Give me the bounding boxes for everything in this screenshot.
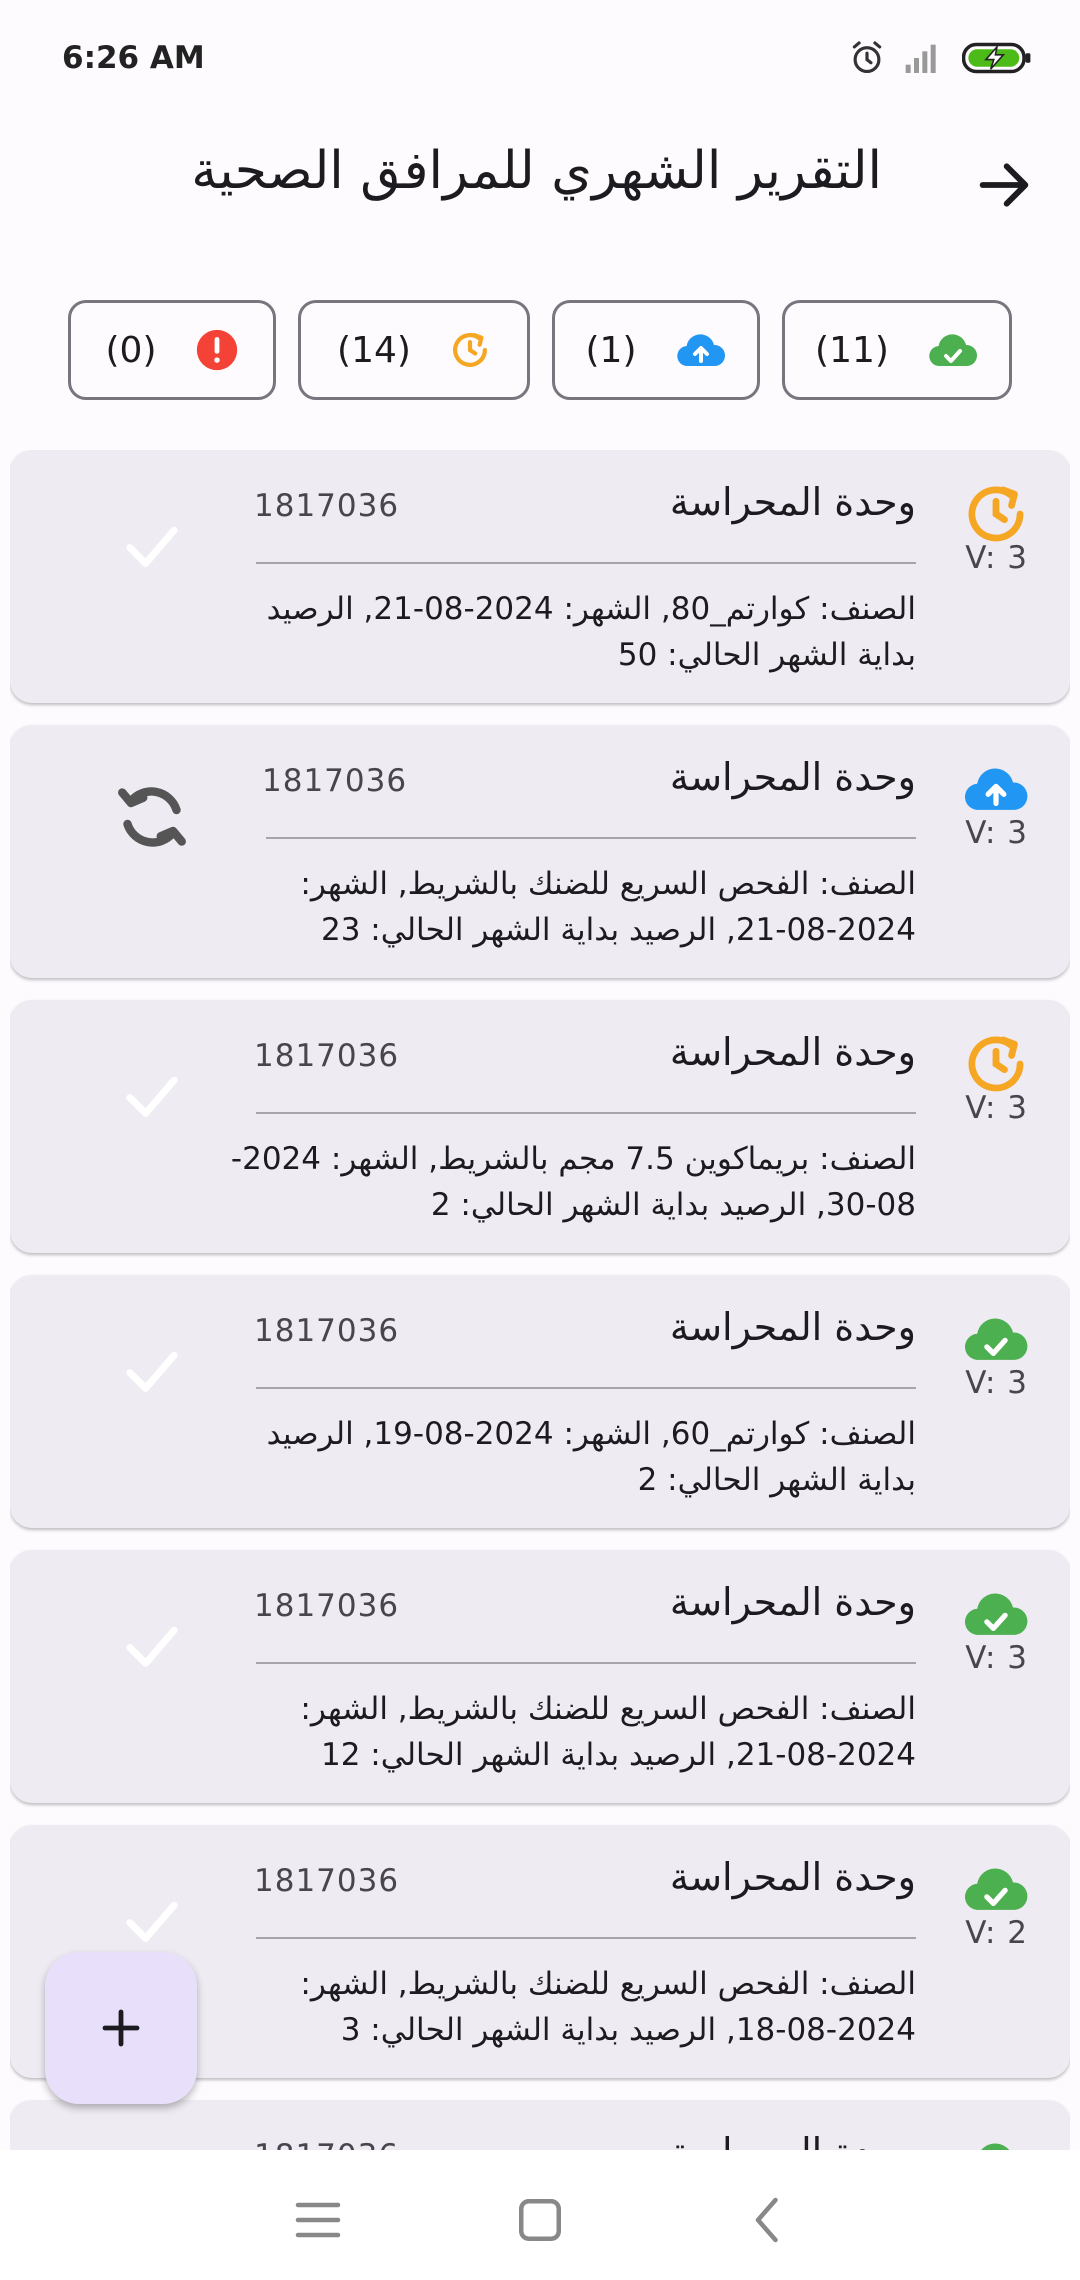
item-details: الصنف: الفحص السريع للضنك بالشريط, الشهر… xyxy=(300,1966,916,2048)
system-nav-bar xyxy=(0,2150,1080,2280)
version-label: V: 3 xyxy=(965,1365,1028,1401)
cloud-check-icon xyxy=(964,1593,1028,1635)
app-bar: التقرير الشهري للمرافق الصحية xyxy=(0,115,1080,260)
filter-count-errors: (0) xyxy=(105,329,157,371)
cloud-check-icon xyxy=(981,2143,1010,2150)
filter-count-updated: (14) xyxy=(337,329,411,371)
item-details: الصنف: بريماكوين 7.5 مجم بالشريط, الشهر:… xyxy=(230,1141,916,1223)
filter-chip-synced[interactable]: (11) xyxy=(782,300,1012,400)
unit-name: وحدة المحراسة xyxy=(670,2130,916,2150)
battery-charging-icon xyxy=(962,42,1031,74)
cloud-check-icon xyxy=(964,1868,1028,1910)
check-icon[interactable] xyxy=(114,1883,190,1959)
unit-name: وحدة المحراسة xyxy=(669,1580,916,1624)
status-bar: 6:26 AM xyxy=(0,0,1080,115)
list-item[interactable]: V: 3 وحدة المحراسة 1817036 الصنف: الفحص … xyxy=(10,1550,1070,1803)
list-item[interactable]: وحدة المحراسة 1817036 xyxy=(10,2100,1070,2150)
filter-chip-pending-upload[interactable]: (1) xyxy=(552,300,760,400)
page-title: التقرير الشهري للمرافق الصحية xyxy=(191,141,882,201)
version-label: V: 3 xyxy=(965,1090,1028,1126)
cloud-check-icon xyxy=(964,1318,1028,1360)
filter-chip-errors[interactable]: (0) xyxy=(68,300,276,400)
item-details: الصنف: الفحص السريع للضنك بالشريط, الشهر… xyxy=(300,866,916,948)
home-icon[interactable] xyxy=(510,2190,570,2250)
menu-icon[interactable] xyxy=(288,2190,348,2250)
list-item[interactable]: V: 3 وحدة المحراسة 1817036 الصنف: كوارتم… xyxy=(10,450,1070,703)
card-divider xyxy=(256,1387,916,1389)
card-divider xyxy=(256,562,916,564)
version-label: V: 3 xyxy=(965,1640,1028,1676)
unit-code: 1817036 xyxy=(254,488,400,524)
add-button[interactable] xyxy=(45,1952,197,2104)
item-details: الصنف: الفحص السريع للضنك بالشريط, الشهر… xyxy=(300,1691,916,1773)
clock-refresh-icon xyxy=(968,486,1024,542)
filter-count-pending-upload: (1) xyxy=(585,329,637,371)
check-icon[interactable] xyxy=(114,1608,190,1684)
card-divider xyxy=(256,1662,916,1664)
cloud-upload-icon xyxy=(964,768,1028,810)
status-time: 6:26 AM xyxy=(62,40,205,76)
unit-name: وحدة المحراسة xyxy=(669,1305,916,1349)
list-item[interactable]: V: 3 وحدة المحراسة 1817036 الصنف: كوارتم… xyxy=(10,1275,1070,1528)
unit-name: وحدة المحراسة xyxy=(669,1855,916,1899)
unit-name: وحدة المحراسة xyxy=(669,480,916,524)
check-icon[interactable] xyxy=(114,1333,190,1409)
check-icon[interactable] xyxy=(114,1058,190,1134)
filter-count-synced: (11) xyxy=(815,329,889,371)
card-divider xyxy=(256,1937,916,1939)
list-item[interactable]: V: 3 وحدة المحراسة 1817036 الصنف: الفحص … xyxy=(10,725,1070,978)
filter-chip-updated[interactable]: (14) xyxy=(298,300,530,400)
unit-code: 1817036 xyxy=(262,763,408,799)
unit-code: 1817036 xyxy=(254,1038,400,1074)
unit-code: 1817036 xyxy=(254,2138,399,2150)
clock-refresh-icon xyxy=(968,1036,1024,1092)
unit-code: 1817036 xyxy=(254,1313,400,1349)
list-item[interactable]: V: 3 وحدة المحراسة 1817036 الصنف: بريماك… xyxy=(10,1000,1070,1253)
arrow-back-icon[interactable] xyxy=(972,153,1036,217)
item-details: الصنف: كوارتم_80, الشهر: 2024-08-21, الر… xyxy=(266,591,916,673)
clock-refresh-icon xyxy=(452,333,487,367)
report-list[interactable]: V: 3 وحدة المحراسة 1817036 الصنف: كوارتم… xyxy=(10,450,1070,2150)
add-icon xyxy=(102,2009,140,2047)
item-details: الصنف: كوارتم_60, الشهر: 2024-08-19, الر… xyxy=(266,1416,916,1498)
unit-code: 1817036 xyxy=(254,1863,400,1899)
version-label: V: 3 xyxy=(965,815,1028,851)
filter-bar: (0) (14) (1) (11) xyxy=(0,300,1080,404)
unit-code: 1817036 xyxy=(254,1588,400,1624)
card-divider xyxy=(266,837,916,839)
cloud-upload-icon xyxy=(676,334,725,367)
card-divider xyxy=(256,1112,916,1114)
cloud-check-icon xyxy=(929,334,977,367)
alarm-icon xyxy=(852,41,882,74)
check-icon[interactable] xyxy=(114,508,190,584)
unit-name: وحدة المحراسة xyxy=(669,755,916,799)
back-icon[interactable] xyxy=(738,2190,798,2250)
version-label: V: 2 xyxy=(965,1915,1028,1951)
sync-icon[interactable] xyxy=(110,775,194,859)
error-icon xyxy=(196,329,237,371)
version-label: V: 3 xyxy=(965,540,1028,576)
status-icons xyxy=(848,36,1032,80)
signal-icon xyxy=(905,44,936,73)
unit-name: وحدة المحراسة xyxy=(669,1030,916,1074)
